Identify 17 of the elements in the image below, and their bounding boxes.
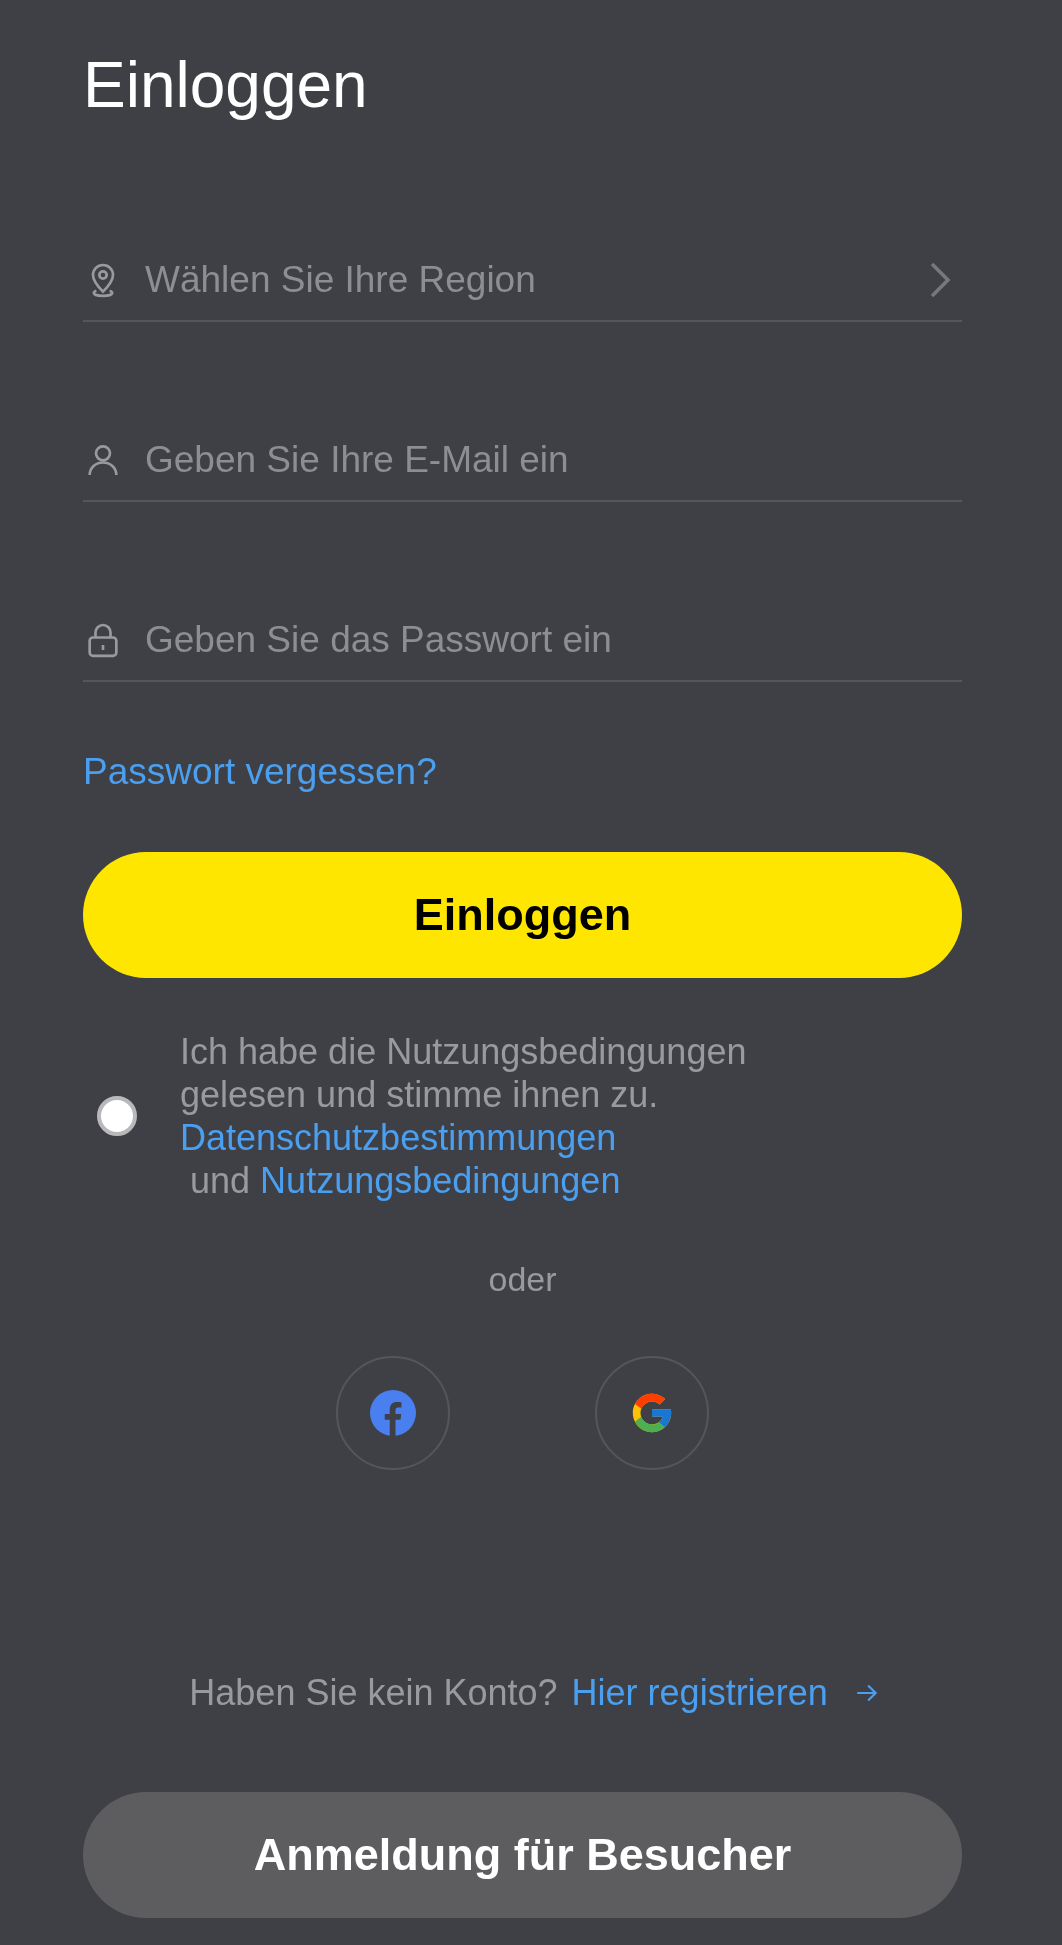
register-link[interactable]: Hier registrieren [571, 1665, 880, 1720]
register-prompt: Haben Sie kein Konto? [189, 1670, 558, 1715]
terms-link[interactable]: Nutzungsbedingungen [260, 1159, 621, 1201]
agree-radio[interactable] [97, 1095, 137, 1136]
guest-login-button[interactable]: Anmeldung für Besucher [83, 1791, 962, 1918]
privacy-link[interactable]: Datenschutzbestimmungen [180, 1116, 617, 1158]
page-title: Einloggen [83, 50, 369, 120]
email-field[interactable]: Geben Sie Ihre E-Mail ein [145, 432, 962, 488]
region-selector[interactable]: Wählen Sie Ihre Region [83, 240, 962, 322]
forgot-password-link[interactable]: Passwort vergessen? [83, 744, 437, 800]
password-field[interactable]: Geben Sie das Passwort ein [145, 612, 962, 668]
terms-text: Ich habe die Nutzungsbedingungen gelesen und stimme ihnen zu. Datenschutzbestimmungen und Nutzungsbedingungen [180, 1029, 748, 1202]
google-login-button[interactable] [595, 1355, 709, 1470]
divider-text: oder [488, 1258, 557, 1300]
login-button[interactable]: Einloggen [83, 851, 962, 978]
facebook-login-button[interactable] [336, 1355, 450, 1470]
facebook-icon [370, 1389, 416, 1436]
